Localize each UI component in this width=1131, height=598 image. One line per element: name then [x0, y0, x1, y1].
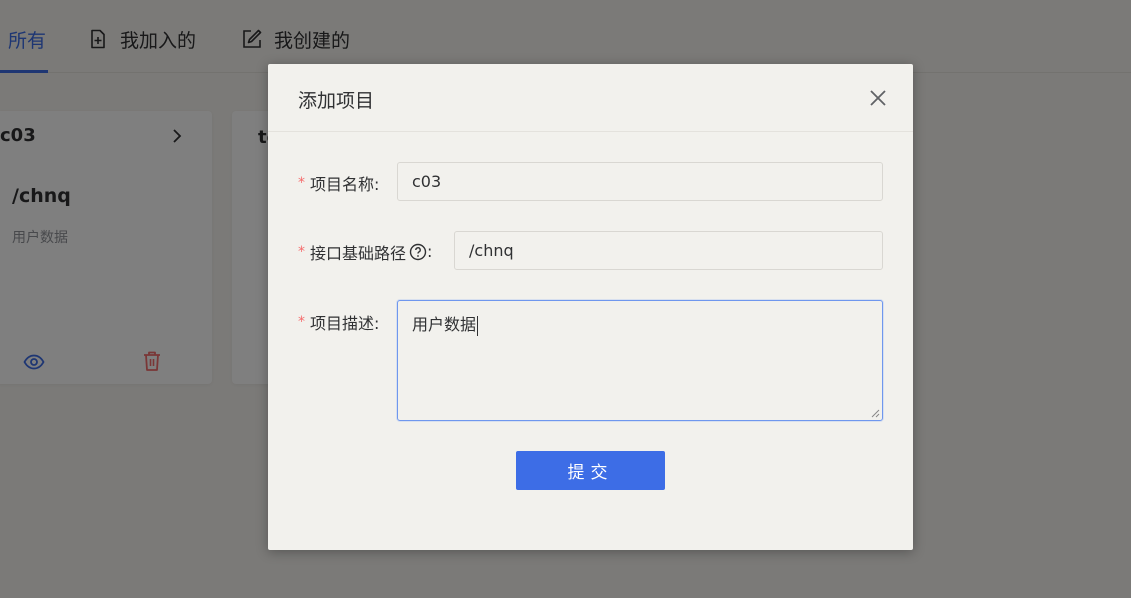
text-caret: [477, 315, 479, 336]
project-name-value: c03: [412, 172, 442, 191]
description-label: * 项目描述:: [298, 302, 379, 341]
project-name-input[interactable]: c03: [397, 162, 883, 201]
question-circle-icon[interactable]: [409, 243, 427, 261]
project-name-label-text: 项目名称:: [310, 174, 380, 194]
description-value: 用户数据: [412, 315, 477, 334]
required-mark: *: [298, 243, 305, 260]
close-icon[interactable]: [866, 86, 890, 110]
base-path-input[interactable]: /chnq: [454, 231, 883, 270]
description-textarea[interactable]: 用户数据: [397, 300, 883, 421]
add-project-dialog: 添加项目 * 项目名称: c03 * 接口基础路径 : /chnq * 项目描述…: [268, 64, 913, 550]
base-path-label-suffix: :: [427, 242, 433, 261]
base-path-label: * 接口基础路径 :: [298, 232, 432, 271]
dialog-title: 添加项目: [298, 90, 375, 112]
dialog-header: 添加项目: [268, 64, 913, 132]
description-label-text: 项目描述:: [310, 313, 380, 333]
base-path-value: /chnq: [469, 241, 514, 260]
required-mark: *: [298, 313, 305, 330]
resize-handle-icon[interactable]: [870, 408, 880, 418]
base-path-label-text: 接口基础路径: [310, 243, 407, 263]
project-name-label: * 项目名称:: [298, 163, 379, 202]
required-mark: *: [298, 174, 305, 191]
submit-button[interactable]: 提交: [516, 451, 665, 490]
